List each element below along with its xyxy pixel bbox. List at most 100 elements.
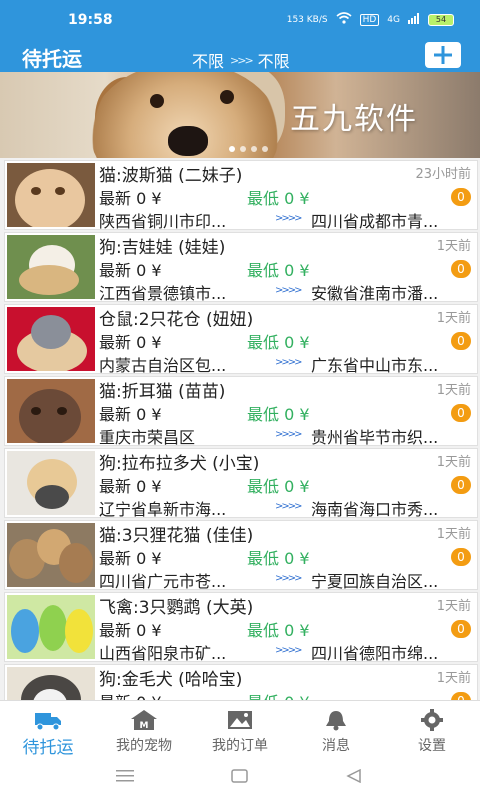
pet-thumbnail	[7, 451, 95, 515]
order-price-new: 最新 0 ¥	[99, 621, 162, 640]
gear-icon	[421, 709, 443, 731]
order-from: 陕西省铜川市印...	[99, 212, 227, 231]
pet-thumbnail	[7, 595, 95, 659]
bid-count-badge: 0	[451, 692, 471, 700]
tab-label: 设置	[418, 738, 446, 754]
order-price-new: 最新 0 ¥	[99, 477, 162, 496]
banner-indicator	[229, 146, 268, 152]
signal-label: 4G	[387, 14, 400, 25]
order-card[interactable]: 猫:折耳猫 (苗苗) 1天前 最新 0 ¥ 最低 0 ¥ 0 重庆市荣昌区 >>…	[4, 376, 478, 447]
back-nav-icon[interactable]	[346, 768, 362, 787]
order-from: 内蒙古自治区包...	[99, 356, 227, 375]
order-price-low: 最低 0 ¥	[247, 405, 310, 424]
order-to: 宁夏回族自治区...	[311, 572, 439, 591]
order-price-new: 最新 0 ¥	[99, 189, 162, 208]
order-title: 飞禽:3只鹦鹉 (大英)	[99, 598, 254, 618]
wifi-icon	[336, 12, 352, 27]
tab-label: 我的订单	[212, 738, 268, 754]
order-time: 1天前	[436, 455, 471, 470]
dog-eye-right	[220, 90, 234, 104]
status-icons: 153 KB/S HD 4G 54	[287, 12, 454, 27]
order-card[interactable]: 猫:波斯猫 (二妹子) 23小时前 最新 0 ¥ 最低 0 ¥ 0 陕西省铜川市…	[4, 160, 478, 231]
route-arrow-icon: >>>>	[275, 213, 302, 224]
tab-settings[interactable]: 设置	[384, 701, 480, 761]
order-to: 四川省成都市青...	[311, 212, 439, 231]
to-filter[interactable]: 不限	[258, 48, 290, 72]
order-from: 山西省阳泉市矿...	[99, 644, 227, 663]
home-icon: M	[131, 710, 157, 731]
order-price-low: 最低 0 ¥	[247, 477, 310, 496]
battery-icon: 54	[428, 13, 454, 26]
tab-pending-shipment[interactable]: 待托运	[0, 701, 96, 761]
image-icon	[228, 711, 252, 729]
banner-dot	[262, 146, 268, 152]
order-card[interactable]: 猫:3只狸花猫 (佳佳) 1天前 最新 0 ¥ 最低 0 ¥ 0 四川省广元市苍…	[4, 520, 478, 591]
order-card[interactable]: 飞禽:3只鹦鹉 (大英) 1天前 最新 0 ¥ 最低 0 ¥ 0 山西省阳泉市矿…	[4, 592, 478, 663]
tab-my-orders[interactable]: 我的订单	[192, 701, 288, 761]
order-price-low: 最低 0 ¥	[247, 549, 310, 568]
order-list[interactable]: 猫:波斯猫 (二妹子) 23小时前 最新 0 ¥ 最低 0 ¥ 0 陕西省铜川市…	[0, 158, 480, 700]
bid-count-badge: 0	[451, 260, 471, 278]
order-card[interactable]: 狗:金毛犬 (哈哈宝) 1天前 最新 0 ¥ 最低 0 ¥ 0	[4, 664, 478, 700]
bid-count-badge: 0	[451, 332, 471, 350]
bid-count-badge: 0	[451, 404, 471, 422]
route-arrow-icon: >>>>	[275, 285, 302, 296]
order-time: 1天前	[436, 671, 471, 686]
home-nav-icon[interactable]	[231, 768, 249, 787]
order-time: 23小时前	[415, 167, 471, 182]
order-from: 四川省广元市苍...	[99, 572, 227, 591]
pet-thumbnail	[7, 379, 95, 443]
route-arrow-icon: >>>>	[275, 645, 302, 656]
pet-thumbnail	[7, 307, 95, 371]
pet-thumbnail	[7, 667, 95, 700]
order-card[interactable]: 仓鼠:2只花仓 (妞妞) 1天前 最新 0 ¥ 最低 0 ¥ 0 内蒙古自治区包…	[4, 304, 478, 375]
bid-count-badge: 0	[451, 188, 471, 206]
order-card[interactable]: 狗:拉布拉多犬 (小宝) 1天前 最新 0 ¥ 最低 0 ¥ 0 辽宁省阜新市海…	[4, 448, 478, 519]
status-time: 19:58	[68, 12, 113, 28]
tab-my-pets[interactable]: M 我的宠物	[96, 701, 192, 761]
order-title: 狗:吉娃娃 (娃娃)	[99, 238, 226, 258]
order-title: 猫:波斯猫 (二妹子)	[99, 166, 243, 186]
route-arrow-icon: >>>>	[275, 357, 302, 368]
route-filter[interactable]: 不限 >>> 不限	[192, 48, 290, 72]
order-time: 1天前	[436, 383, 471, 398]
route-arrow-icon: >>>>	[275, 573, 302, 584]
bid-count-badge: 0	[451, 476, 471, 494]
order-price-low: 最低 0 ¥	[247, 621, 310, 640]
order-title: 猫:折耳猫 (苗苗)	[99, 382, 226, 402]
bid-count-badge: 0	[451, 620, 471, 638]
order-title: 狗:金毛犬 (哈哈宝)	[99, 670, 243, 690]
order-price-low: 最低 0 ¥	[247, 261, 310, 280]
banner-dot	[240, 146, 246, 152]
app-root: 19:58 153 KB/S HD 4G 54 待托运 不限 >>> 不限 五九…	[0, 0, 480, 800]
menu-nav-icon[interactable]	[116, 768, 134, 787]
add-order-button[interactable]	[425, 42, 461, 68]
from-filter[interactable]: 不限	[192, 48, 224, 72]
order-title: 猫:3只狸花猫 (佳佳)	[99, 526, 254, 546]
order-to: 贵州省毕节市织...	[311, 428, 439, 447]
truck-icon	[35, 713, 61, 731]
tab-label: 消息	[322, 738, 350, 754]
order-price-new: 最新 0 ¥	[99, 333, 162, 352]
order-title: 仓鼠:2只花仓 (妞妞)	[99, 310, 254, 330]
pet-thumbnail	[7, 163, 95, 227]
order-from: 辽宁省阜新市海...	[99, 500, 227, 519]
net-speed: 153 KB/S	[286, 14, 328, 25]
hd-badge: HD	[359, 13, 380, 26]
tab-messages[interactable]: 消息	[288, 701, 384, 761]
banner-dot	[251, 146, 257, 152]
svg-text:M: M	[140, 721, 149, 731]
order-from: 江西省景德镇市...	[99, 284, 227, 303]
banner-caption: 五九软件	[290, 102, 418, 137]
order-card[interactable]: 狗:吉娃娃 (娃娃) 1天前 最新 0 ¥ 最低 0 ¥ 0 江西省景德镇市..…	[4, 232, 478, 303]
order-to: 四川省德阳市绵...	[311, 644, 439, 663]
order-price-low: 最低 0 ¥	[247, 189, 310, 208]
bell-icon	[326, 711, 346, 731]
page-title: 待托运	[22, 47, 82, 71]
pet-thumbnail	[7, 523, 95, 587]
route-arrow-icon: >>>>	[275, 501, 302, 512]
system-nav-bar	[0, 760, 480, 800]
order-price-low: 最低 0 ¥	[247, 333, 310, 352]
order-time: 1天前	[436, 527, 471, 542]
order-price-new: 最新 0 ¥	[99, 549, 162, 568]
